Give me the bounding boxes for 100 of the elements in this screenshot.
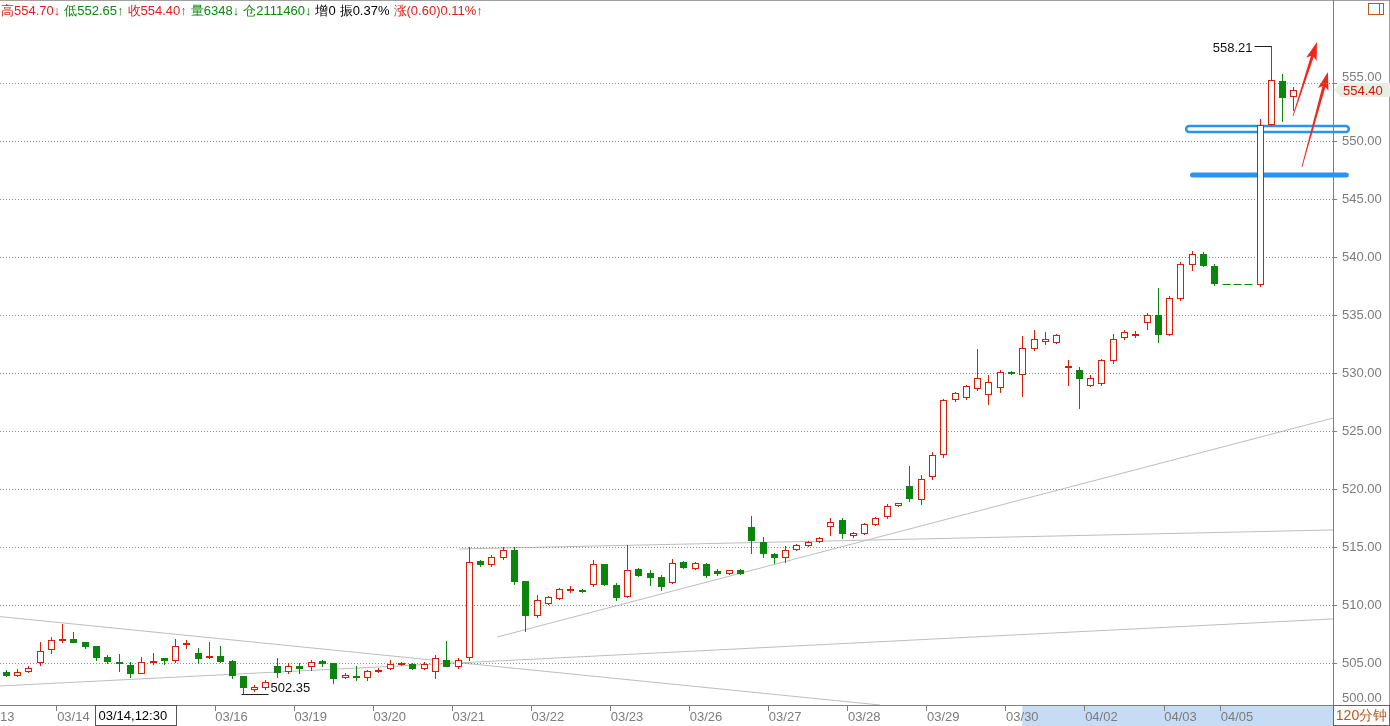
candle — [669, 558, 676, 585]
candle — [1121, 329, 1128, 341]
candle — [443, 640, 450, 668]
leader-line — [241, 694, 269, 695]
candle — [500, 546, 507, 561]
candle — [398, 661, 405, 667]
quote-stat: 仓2111460↓ — [243, 2, 312, 19]
date-axis-label: 03/19 — [294, 709, 327, 724]
candle — [952, 391, 959, 403]
candle — [274, 657, 281, 679]
date-axis-label: 03/22 — [531, 709, 565, 724]
candle — [1189, 250, 1196, 272]
candle — [624, 544, 631, 599]
price-axis-label: 550.00 — [1342, 133, 1382, 148]
candle — [1019, 335, 1026, 398]
date-axis-label: 03/29 — [927, 709, 960, 724]
price-axis-label: 545.00 — [1342, 191, 1382, 206]
candle — [262, 679, 269, 691]
candle — [1065, 359, 1072, 387]
candle — [1087, 374, 1094, 388]
candle — [1008, 370, 1015, 376]
candle — [647, 569, 654, 587]
date-axis-label: 13 — [0, 709, 15, 724]
candle — [82, 641, 89, 650]
candle — [342, 672, 349, 680]
candle — [1031, 329, 1038, 352]
candle — [127, 661, 134, 679]
date-axis-label: 03/21 — [452, 709, 486, 724]
candle — [1290, 86, 1297, 112]
quote-stat: 增0 — [315, 2, 336, 19]
candle — [839, 517, 846, 540]
candle — [308, 659, 315, 672]
candle — [579, 588, 586, 594]
candle — [635, 567, 642, 578]
candle — [229, 659, 236, 680]
quote-stat: 收554.40↑ — [127, 2, 187, 19]
candle — [432, 654, 439, 680]
candle — [906, 465, 913, 503]
date-axis-label: 03/30 — [1006, 709, 1039, 724]
candle — [703, 562, 710, 579]
candle — [1053, 333, 1060, 345]
period-label[interactable]: 120分钟 — [1333, 705, 1390, 726]
price-axis-label: 530.00 — [1342, 365, 1382, 380]
candle — [658, 574, 665, 592]
date-axis-label: 03/27 — [768, 709, 802, 724]
candle — [1177, 261, 1184, 302]
candle — [522, 580, 529, 633]
candle — [974, 348, 981, 392]
candle — [251, 684, 258, 693]
candle — [726, 570, 733, 576]
price-axis-label: 525.00 — [1342, 423, 1382, 438]
candle — [1132, 330, 1139, 339]
candle — [455, 657, 462, 670]
date-axis-label: 03/20 — [373, 709, 406, 724]
candle — [918, 474, 925, 506]
candle — [567, 585, 574, 594]
candle — [861, 522, 868, 536]
candle — [714, 568, 721, 577]
candle — [421, 661, 428, 671]
candle — [240, 675, 247, 696]
last-price-tag: 554.40 — [1334, 83, 1390, 98]
candle — [364, 669, 371, 682]
candle — [997, 369, 1004, 394]
candle — [534, 594, 541, 619]
candle — [1200, 251, 1207, 268]
candle — [884, 503, 891, 520]
candle — [872, 516, 879, 527]
quote-stat: 涨(0.60)0.11%↑ — [393, 2, 483, 19]
candle — [183, 639, 190, 650]
date-axis-label: 04/03 — [1164, 709, 1197, 724]
candle — [748, 515, 755, 555]
candle — [93, 645, 100, 662]
date-axis-label: 03/26 — [689, 709, 723, 724]
candle — [116, 653, 123, 673]
candle — [1144, 312, 1151, 331]
quote-stat: 高554.70↓ — [1, 2, 61, 19]
candle — [387, 659, 394, 671]
quote-stat: 振0.37% — [339, 2, 390, 19]
candle — [104, 654, 111, 665]
candle — [793, 543, 800, 552]
high-price-label: 558.21 — [1212, 39, 1253, 55]
candle — [1110, 333, 1117, 365]
panel-layout-icon[interactable] — [1368, 3, 1384, 15]
candle — [613, 582, 620, 602]
candle — [375, 667, 382, 674]
candle — [296, 662, 303, 675]
candle — [511, 546, 518, 586]
candle — [1211, 263, 1218, 287]
candle — [985, 374, 992, 406]
candle — [545, 595, 552, 606]
candle — [138, 656, 145, 674]
price-axis-label: 515.00 — [1342, 539, 1382, 554]
candle — [161, 657, 168, 666]
candle — [477, 559, 484, 568]
candle — [1042, 331, 1049, 346]
quote-stat: 低552.65↑ — [64, 2, 124, 19]
candle — [929, 451, 936, 481]
candle — [217, 645, 224, 664]
leader-line — [1254, 46, 1272, 47]
candle — [1098, 358, 1105, 387]
